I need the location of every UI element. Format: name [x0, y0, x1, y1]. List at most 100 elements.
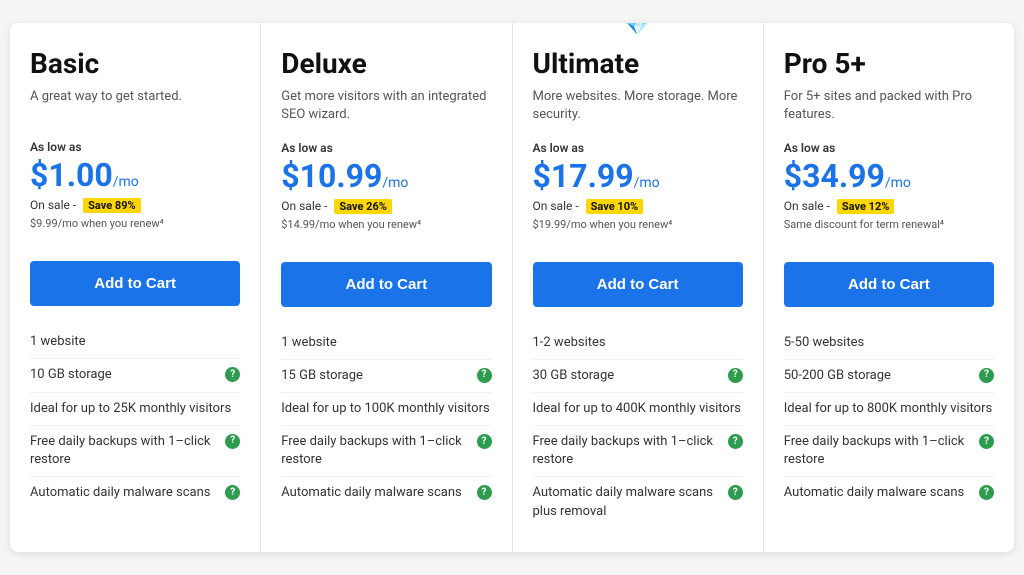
- price-period: /mo: [113, 174, 139, 190]
- feature-item: Free daily backups with 1–click restore …: [30, 425, 240, 476]
- feature-item: Ideal for up to 400K monthly visitors: [533, 392, 743, 425]
- price-amount: $10.99: [281, 157, 382, 195]
- feature-item: Ideal for up to 800K monthly visitors: [784, 392, 994, 425]
- price-row: $17.99 /mo: [533, 157, 743, 195]
- as-low-as-label: As low as: [533, 141, 743, 155]
- feature-text: Ideal for up to 400K monthly visitors: [533, 400, 743, 418]
- save-badge: Save 10%: [586, 199, 644, 214]
- price-row: $10.99 /mo: [281, 157, 491, 195]
- sale-row: On sale - Save 10%: [533, 199, 743, 214]
- feature-text: 10 GB storage: [30, 366, 221, 384]
- feature-text: Automatic daily malware scans: [30, 484, 221, 502]
- plan-name: Ultimate: [533, 47, 743, 80]
- feature-text: 1 website: [281, 334, 491, 352]
- renew-text: $19.99/mo when you renew⁴: [533, 218, 743, 246]
- info-icon: ?: [728, 485, 743, 500]
- add-to-cart-button[interactable]: Add to Cart: [533, 262, 743, 307]
- price-amount: $1.00: [30, 156, 113, 194]
- save-badge: Save 26%: [334, 199, 392, 214]
- price-amount: $17.99: [533, 157, 634, 195]
- info-icon: ?: [979, 434, 994, 449]
- features-list: 1-2 websites 30 GB storage ? Ideal for u…: [533, 327, 743, 528]
- save-badge: Save 12%: [837, 199, 895, 214]
- feature-text: Automatic daily malware scans plus remov…: [533, 484, 724, 520]
- as-low-as-label: As low as: [30, 140, 240, 154]
- info-icon: ?: [477, 368, 492, 383]
- feature-item: Ideal for up to 25K monthly visitors: [30, 392, 240, 425]
- plan-tagline: A great way to get started.: [30, 88, 240, 124]
- sale-row: On sale - Save 89%: [30, 198, 240, 213]
- diamond-icon: 💎: [625, 23, 650, 37]
- add-to-cart-button[interactable]: Add to Cart: [281, 262, 491, 307]
- feature-item: 1 website: [281, 327, 491, 359]
- renew-text: $9.99/mo when you renew⁴: [30, 217, 240, 245]
- feature-text: Ideal for up to 100K monthly visitors: [281, 400, 491, 418]
- feature-item: 10 GB storage ?: [30, 358, 240, 391]
- sale-row: On sale - Save 12%: [784, 199, 994, 214]
- plan-tagline: Get more visitors with an integrated SEO…: [281, 88, 491, 124]
- sale-text: On sale -: [533, 199, 579, 213]
- save-badge: Save 89%: [83, 198, 141, 213]
- plan-tagline: More websites. More storage. More securi…: [533, 88, 743, 124]
- feature-text: Free daily backups with 1–click restore: [784, 433, 975, 469]
- plan-card-basic: Basic A great way to get started. As low…: [10, 23, 261, 552]
- as-low-as-label: As low as: [784, 141, 994, 155]
- feature-text: Free daily backups with 1–click restore: [533, 433, 724, 469]
- as-low-as-label: As low as: [281, 141, 491, 155]
- price-period: /mo: [885, 175, 911, 191]
- price-row: $34.99 /mo: [784, 157, 994, 195]
- info-icon: ?: [225, 485, 240, 500]
- feature-item: Automatic daily malware scans ?: [30, 476, 240, 509]
- info-icon: ?: [225, 367, 240, 382]
- sale-text: On sale -: [281, 199, 327, 213]
- info-icon: ?: [728, 368, 743, 383]
- feature-item: 5-50 websites: [784, 327, 994, 359]
- info-icon: ?: [477, 485, 492, 500]
- feature-text: 5-50 websites: [784, 334, 994, 352]
- feature-text: 15 GB storage: [281, 367, 472, 385]
- feature-item: 1 website: [30, 326, 240, 358]
- features-list: 5-50 websites 50-200 GB storage ? Ideal …: [784, 327, 994, 510]
- features-list: 1 website 10 GB storage ? Ideal for up t…: [30, 326, 240, 509]
- renew-text: Same discount for term renewal⁴: [784, 218, 994, 246]
- feature-text: 50-200 GB storage: [784, 367, 975, 385]
- feature-text: Automatic daily malware scans: [784, 484, 975, 502]
- feature-text: 30 GB storage: [533, 367, 724, 385]
- price-amount: $34.99: [784, 157, 885, 195]
- info-icon: ?: [728, 434, 743, 449]
- feature-text: 1-2 websites: [533, 334, 743, 352]
- info-icon: ?: [477, 434, 492, 449]
- feature-text: Ideal for up to 25K monthly visitors: [30, 400, 240, 418]
- feature-text: Free daily backups with 1–click restore: [281, 433, 472, 469]
- feature-item: Automatic daily malware scans plus remov…: [533, 476, 743, 527]
- feature-text: Automatic daily malware scans: [281, 484, 472, 502]
- feature-item: Free daily backups with 1–click restore …: [784, 425, 994, 476]
- price-period: /mo: [382, 175, 408, 191]
- features-list: 1 website 15 GB storage ? Ideal for up t…: [281, 327, 491, 510]
- feature-text: Free daily backups with 1–click restore: [30, 433, 221, 469]
- feature-item: 15 GB storage ?: [281, 359, 491, 392]
- feature-item: Free daily backups with 1–click restore …: [281, 425, 491, 476]
- plan-name: Pro 5+: [784, 47, 994, 80]
- plan-card-ultimate: 💎 Ultimate More websites. More storage. …: [513, 23, 764, 552]
- plan-tagline: For 5+ sites and packed with Pro feature…: [784, 88, 994, 124]
- feature-item: 50-200 GB storage ?: [784, 359, 994, 392]
- add-to-cart-button[interactable]: Add to Cart: [30, 261, 240, 306]
- price-row: $1.00 /mo: [30, 156, 240, 194]
- add-to-cart-button[interactable]: Add to Cart: [784, 262, 994, 307]
- sale-text: On sale -: [30, 198, 76, 212]
- feature-item: 1-2 websites: [533, 327, 743, 359]
- feature-item: Automatic daily malware scans ?: [784, 476, 994, 509]
- plan-name: Deluxe: [281, 47, 491, 80]
- feature-item: Automatic daily malware scans ?: [281, 476, 491, 509]
- feature-item: 30 GB storage ?: [533, 359, 743, 392]
- plan-card-pro5: Pro 5+ For 5+ sites and packed with Pro …: [764, 23, 1014, 552]
- info-icon: ?: [979, 368, 994, 383]
- renew-text: $14.99/mo when you renew⁴: [281, 218, 491, 246]
- feature-text: 1 website: [30, 333, 240, 351]
- info-icon: ?: [225, 434, 240, 449]
- plan-card-deluxe: Deluxe Get more visitors with an integra…: [261, 23, 512, 552]
- feature-item: Ideal for up to 100K monthly visitors: [281, 392, 491, 425]
- feature-text: Ideal for up to 800K monthly visitors: [784, 400, 994, 418]
- sale-text: On sale -: [784, 199, 830, 213]
